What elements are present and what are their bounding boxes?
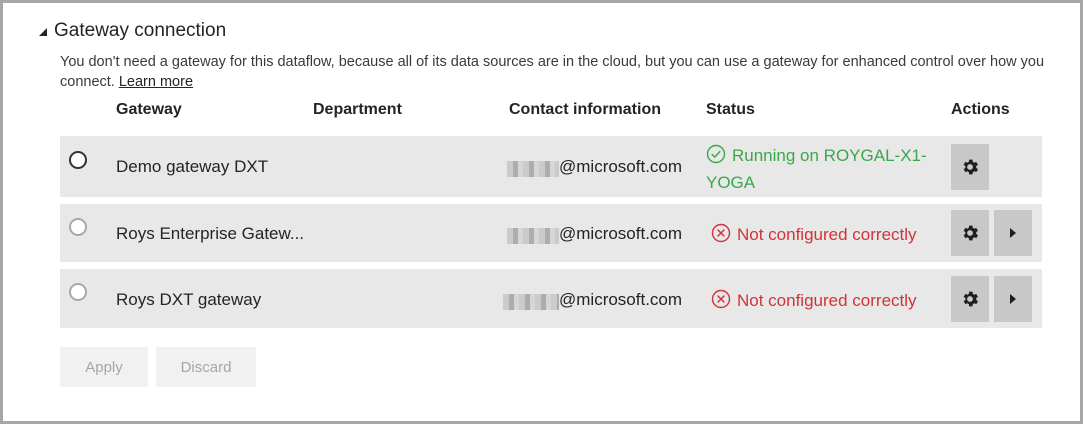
- column-header-gateway: Gateway: [116, 101, 182, 118]
- column-header-status: Status: [706, 101, 755, 118]
- discard-button[interactable]: Discard: [156, 347, 256, 387]
- gateway-name: Demo gateway DXT: [116, 157, 269, 176]
- column-header-actions: Actions: [951, 101, 1010, 118]
- x-circle-icon: [711, 289, 731, 314]
- gear-icon: [963, 291, 978, 307]
- gateway-name: Roys Enterprise Gatew...: [116, 224, 305, 243]
- column-header-department: Department: [313, 101, 402, 118]
- chevron-right-icon: [1010, 294, 1016, 304]
- apply-button[interactable]: Apply: [60, 347, 148, 387]
- gateway-expand-button[interactable]: [994, 276, 1032, 322]
- gateway-connection-panel: Gateway connection You don't need a gate…: [0, 0, 1083, 424]
- table-row[interactable]: Roys DXT gateway @microsoft.com Not conf…: [60, 269, 1042, 328]
- x-circle-icon: [711, 223, 731, 248]
- chevron-right-icon: [1010, 228, 1016, 238]
- table-row[interactable]: Demo gateway DXT @microsoft.com Running …: [60, 136, 1042, 197]
- redacted-email-prefix: [507, 228, 559, 244]
- gateway-radio[interactable]: [69, 218, 87, 236]
- contact-email: @microsoft.com: [559, 224, 683, 243]
- gateway-status: Not configured correctly: [711, 223, 917, 248]
- gateway-settings-button[interactable]: [951, 276, 989, 322]
- section-header[interactable]: Gateway connection: [39, 20, 226, 42]
- section-description: You don't need a gateway for this datafl…: [60, 52, 1050, 92]
- redacted-email-prefix: [503, 294, 559, 310]
- gateway-settings-button[interactable]: [951, 210, 989, 256]
- status-text: Not configured correctly: [737, 291, 917, 310]
- contact-email: @microsoft.com: [559, 157, 683, 176]
- gateway-status: Not configured correctly: [711, 289, 917, 314]
- gateway-status: Running on ROYGAL-X1- YOGA: [706, 144, 946, 195]
- description-text: You don't need a gateway for this datafl…: [60, 54, 1045, 90]
- learn-more-link[interactable]: Learn more: [119, 74, 193, 90]
- gateway-radio[interactable]: [69, 283, 87, 301]
- gateway-expand-button[interactable]: [994, 210, 1032, 256]
- status-text-line2: YOGA: [706, 173, 756, 192]
- gateway-radio-selected[interactable]: [69, 151, 87, 169]
- redacted-email-prefix: [507, 161, 559, 177]
- status-text-line1: Running on ROYGAL-X1-: [732, 146, 927, 165]
- gateway-settings-button[interactable]: [951, 144, 989, 190]
- column-header-contact: Contact information: [509, 101, 661, 118]
- check-circle-icon: [706, 144, 726, 171]
- table-row[interactable]: Roys Enterprise Gatew... @microsoft.com …: [60, 204, 1042, 262]
- collapse-triangle-icon[interactable]: [39, 28, 47, 36]
- gateway-name: Roys DXT gateway: [116, 290, 262, 309]
- gear-icon: [963, 159, 978, 175]
- contact-email: @microsoft.com: [559, 290, 683, 309]
- gear-icon: [963, 225, 978, 241]
- status-text: Not configured correctly: [737, 225, 917, 244]
- section-title: Gateway connection: [54, 20, 227, 41]
